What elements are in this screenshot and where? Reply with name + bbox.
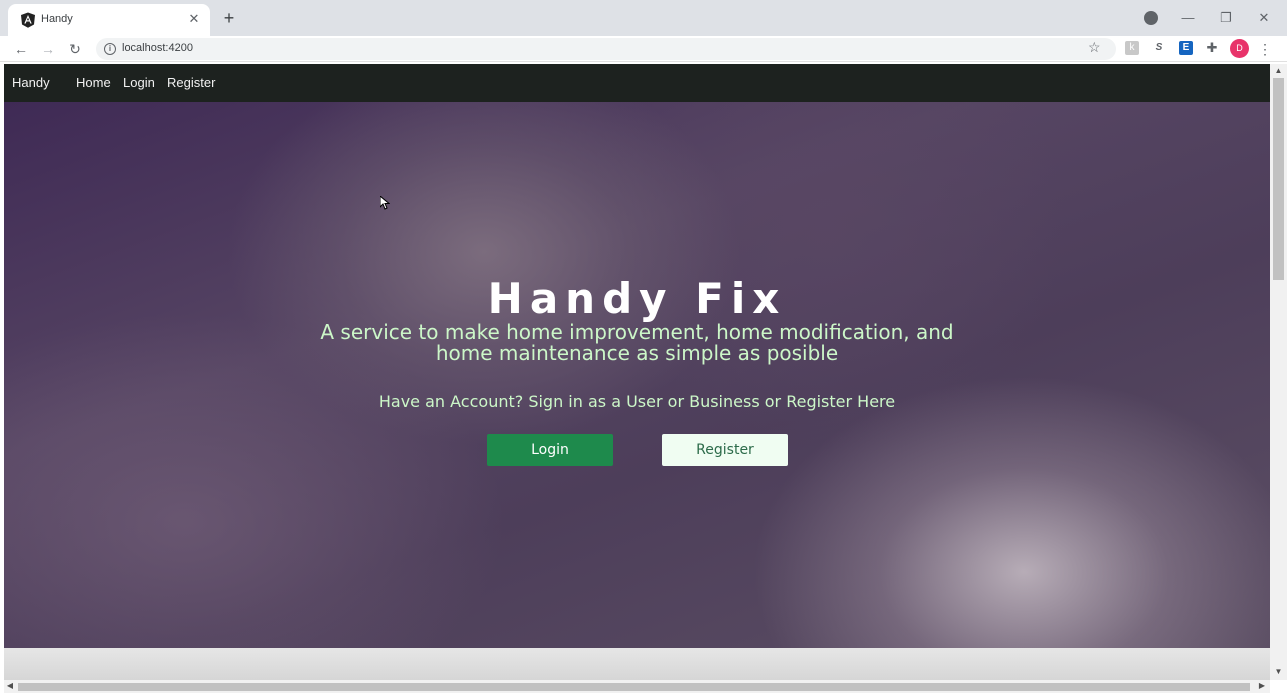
angular-favicon-icon <box>21 12 35 28</box>
scroll-left-icon[interactable]: ◀ <box>4 681 16 690</box>
mouse-cursor-icon <box>380 196 390 210</box>
tab-search-icon[interactable] <box>1144 11 1158 25</box>
star-icon[interactable]: ☆ <box>1088 39 1101 56</box>
scroll-down-icon[interactable]: ▼ <box>1270 667 1287 676</box>
browser-window: Handy ✕ + — ❐ ✕ ← → ↻ i localhost:4200 ☆… <box>0 0 1287 693</box>
horizontal-scroll-thumb[interactable] <box>18 683 1250 691</box>
plus-icon[interactable]: + <box>219 8 239 28</box>
reload-icon[interactable]: ↻ <box>65 39 85 59</box>
hero-title: Handy Fix <box>487 274 787 323</box>
address-bar[interactable]: i localhost:4200 ☆ <box>96 38 1116 60</box>
vertical-scroll-thumb[interactable] <box>1273 78 1284 280</box>
extension-k-icon[interactable]: k <box>1125 41 1139 55</box>
login-button[interactable]: Login <box>487 434 613 466</box>
forward-icon[interactable]: → <box>38 39 58 59</box>
window-close-icon[interactable]: ✕ <box>1252 6 1276 30</box>
page-viewport: Handy Home Login Register Handy Fix A se… <box>4 64 1270 680</box>
extension-s-icon[interactable]: S <box>1152 41 1166 55</box>
close-icon[interactable]: ✕ <box>186 11 202 27</box>
page-footer-band <box>4 648 1270 680</box>
tab-title: Handy <box>41 13 73 25</box>
tab-strip: Handy ✕ + — ❐ ✕ <box>0 0 1287 36</box>
horizontal-scrollbar[interactable]: ◀ ▶ <box>4 680 1270 693</box>
nav-link-login[interactable]: Login <box>123 75 155 90</box>
hero-section: Handy Fix A service to make home improve… <box>4 102 1270 648</box>
register-button[interactable]: Register <box>662 434 788 466</box>
hero-prompt: Have an Account? Sign in as a User or Bu… <box>378 392 896 411</box>
url-text: localhost:4200 <box>122 42 193 54</box>
browser-toolbar: ← → ↻ i localhost:4200 ☆ k S E ✚ D ⋮ <box>0 36 1287 62</box>
scroll-right-icon[interactable]: ▶ <box>1256 681 1268 690</box>
hero-subtitle: A service to make home improvement, home… <box>320 320 954 365</box>
menu-icon[interactable]: ⋮ <box>1258 39 1272 59</box>
maximize-icon[interactable]: ❐ <box>1214 6 1238 30</box>
info-icon[interactable]: i <box>104 43 116 55</box>
back-icon[interactable]: ← <box>11 39 31 59</box>
extension-icon[interactable]: ✚ <box>1205 41 1219 55</box>
nav-link-register[interactable]: Register <box>167 75 215 90</box>
site-navbar: Handy Home Login Register <box>4 64 1270 102</box>
browser-tab[interactable]: Handy ✕ <box>8 4 210 36</box>
minimize-icon[interactable]: — <box>1176 6 1200 30</box>
nav-link-home[interactable]: Home <box>76 75 111 90</box>
vertical-scrollbar[interactable]: ▲ ▼ <box>1270 64 1287 680</box>
navbar-brand[interactable]: Handy <box>12 75 50 90</box>
scroll-up-icon[interactable]: ▲ <box>1270 66 1287 75</box>
extension-e-icon[interactable]: E <box>1179 41 1193 55</box>
avatar[interactable]: D <box>1230 39 1249 58</box>
